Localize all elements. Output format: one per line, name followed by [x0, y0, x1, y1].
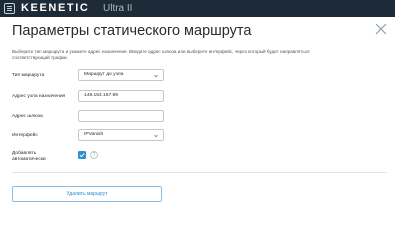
dest-address-input[interactable]: 149.154.167.99 [78, 90, 164, 102]
route-type-select[interactable]: Маршрут до узла [78, 69, 164, 81]
brand-logo: KEENETIC [21, 2, 90, 14]
interface-label: Интерфейс [12, 133, 38, 138]
chevron-down-icon [154, 133, 158, 138]
device-model: Ultra II [103, 3, 133, 14]
gateway-input[interactable] [78, 110, 164, 122]
auto-add-checkbox[interactable] [78, 151, 86, 159]
dialog-title: Параметры статического маршрута [12, 23, 252, 39]
divider [12, 172, 387, 173]
dest-address-label: Адрес узла назначения [12, 94, 66, 99]
interface-value: IPVanish [84, 132, 104, 137]
help-icon[interactable]: ? [90, 151, 98, 159]
chevron-down-icon [154, 73, 158, 78]
top-bar: KEENETIC Ultra II [0, 0, 395, 17]
interface-select[interactable]: IPVanish [78, 129, 164, 141]
check-icon [79, 153, 85, 158]
dialog-description: Выберите тип маршрута и укажите адрес на… [12, 49, 310, 60]
menu-icon[interactable] [4, 3, 15, 14]
gateway-label: Адрес шлюза [12, 114, 43, 119]
route-type-value: Маршрут до узла [84, 72, 124, 77]
delete-route-button[interactable]: Удалить маршрут [12, 186, 162, 202]
close-icon[interactable] [374, 22, 388, 36]
route-type-label: Тип маршрута [12, 73, 45, 78]
auto-add-label: Добавлять автоматически [12, 151, 46, 162]
